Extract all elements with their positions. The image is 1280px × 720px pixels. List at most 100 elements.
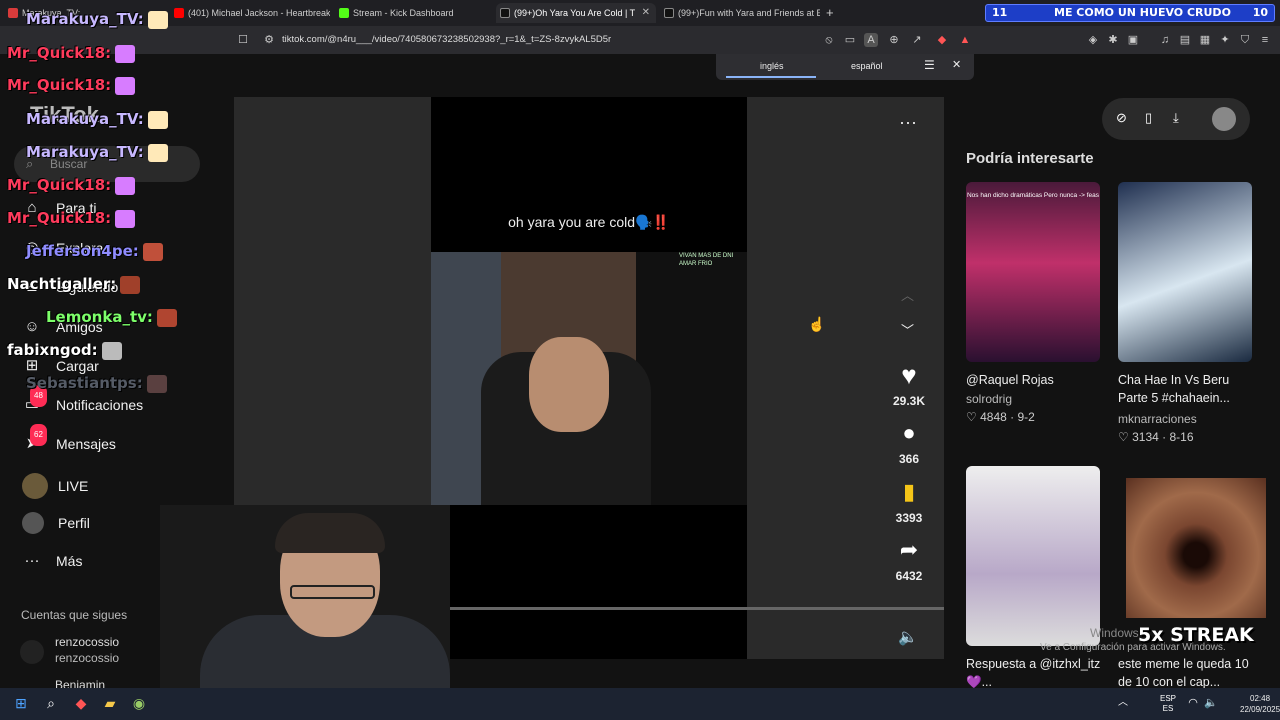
chat-message: Sebastiantps: bbox=[26, 374, 167, 393]
profile-avatar[interactable] bbox=[1212, 107, 1236, 131]
following-section-title: Cuentas que sigues bbox=[21, 608, 128, 622]
new-tab-button[interactable]: + bbox=[826, 5, 834, 20]
share-arrow-icon: ➦ bbox=[899, 537, 919, 562]
translate-menu-icon[interactable]: ☰ bbox=[924, 58, 935, 72]
chat-username: Lemonka_tv: bbox=[46, 308, 153, 326]
rec-card-title[interactable]: Respuesta a @itzhxl_itz 💜... bbox=[966, 655, 1106, 691]
wallet-icon[interactable]: ▦ bbox=[1198, 33, 1212, 47]
rec-card-author[interactable]: mknarraciones bbox=[1118, 412, 1197, 426]
close-tab-icon[interactable]: ✕ bbox=[642, 3, 650, 23]
video-caption: oh yara you are cold🗣️‼️ bbox=[508, 214, 670, 230]
rec-card-author[interactable]: solrodrig bbox=[966, 392, 1012, 406]
live-icon bbox=[22, 473, 48, 499]
download-icon[interactable]: ⤓ bbox=[1173, 110, 1179, 126]
rec-likes: 4848 bbox=[980, 410, 1007, 424]
translate-to-lang[interactable]: español bbox=[851, 61, 883, 71]
more-options-icon[interactable]: ··· bbox=[899, 112, 917, 133]
device-icon[interactable]: ▯ bbox=[1145, 110, 1152, 126]
rec-card-thumbnail[interactable] bbox=[966, 466, 1100, 646]
like-count: 29.3K bbox=[892, 394, 926, 408]
brave-taskbar-icon[interactable]: ◆ bbox=[72, 694, 90, 712]
tab-youtube[interactable]: (401) Michael Jackson - Heartbreak H bbox=[170, 3, 330, 23]
vpn-icon[interactable]: ⛉ bbox=[1238, 33, 1252, 47]
volume-icon[interactable]: 🔈 bbox=[898, 627, 918, 647]
url-input[interactable]: tiktok.com/@n4ru___/video/74058067323850… bbox=[254, 30, 824, 50]
chevron-up-icon[interactable]: ︿ bbox=[901, 285, 914, 304]
wifi-icon[interactable]: ◠ bbox=[1184, 694, 1202, 712]
tab-label: (99+)Oh Yara You Are Cold | T bbox=[514, 8, 636, 18]
stream-title-banner: 11 ME COMO UN HUEVO CRUDO 10 bbox=[985, 4, 1275, 22]
tab-tiktok-active[interactable]: (99+)Oh Yara You Are Cold | T ✕ bbox=[496, 3, 656, 23]
clip-chat-panel bbox=[636, 252, 747, 505]
leo-icon[interactable]: ✦ bbox=[1218, 33, 1232, 47]
avatar[interactable] bbox=[20, 640, 44, 664]
rec-card-thumbnail[interactable] bbox=[1118, 182, 1252, 362]
puzzle-icon[interactable]: ✱ bbox=[1106, 33, 1120, 47]
following-name[interactable]: renzocossio bbox=[55, 635, 119, 649]
banner-title: ME COMO UN HUEVO CRUDO bbox=[1054, 6, 1231, 19]
sidebar-item-mensajes[interactable]: ➤62 Mensajes bbox=[22, 424, 116, 454]
meme-overlay-image bbox=[1126, 478, 1266, 618]
save-action[interactable]: ▮ 3393 bbox=[886, 475, 932, 525]
share-icon[interactable]: ↗ bbox=[910, 33, 924, 47]
chat-emote-icon bbox=[147, 143, 168, 162]
explorer-taskbar-icon[interactable]: ▰ bbox=[101, 694, 119, 712]
translate-close-icon[interactable]: ✕ bbox=[952, 58, 961, 71]
cast-icon[interactable]: ▭ bbox=[843, 33, 857, 47]
chat-message: Mr_Quick18: bbox=[7, 44, 136, 63]
rec-card-thumbnail[interactable]: Nos han dicho dramáticas Pero nunca -> f… bbox=[966, 182, 1100, 362]
chat-message: Marakuya_TV: bbox=[26, 143, 168, 162]
menu-icon[interactable]: ≡ bbox=[1258, 33, 1272, 47]
chat-username: Mr_Quick18: bbox=[7, 176, 112, 194]
chevron-down-icon[interactable]: ﹀ bbox=[901, 320, 914, 339]
media-icon[interactable]: ♫ bbox=[1158, 33, 1172, 47]
sidebar-toggle-icon[interactable]: ▤ bbox=[1178, 33, 1192, 47]
brave-shield-icon[interactable]: ◆ bbox=[935, 33, 949, 47]
tab-kick[interactable]: Stream - Kick Dashboard bbox=[335, 3, 495, 23]
app-taskbar-icon[interactable]: ◉ bbox=[130, 694, 148, 712]
volume-tray-icon[interactable]: 🔈 bbox=[1202, 694, 1220, 712]
comment-action[interactable]: ● 366 bbox=[886, 416, 932, 466]
share-action[interactable]: ➦ 6432 bbox=[886, 533, 932, 583]
taskbar-clock[interactable]: 02:48 22/09/2025 bbox=[1240, 693, 1280, 715]
site-info-icon[interactable]: ⚙ bbox=[262, 33, 276, 47]
chat-message: Jefferson4pe: bbox=[26, 242, 163, 261]
comment-count: 366 bbox=[898, 452, 920, 466]
inbox-icon: ▭48 bbox=[22, 385, 47, 415]
sidebar-item-notificaciones[interactable]: ▭48 Notificaciones bbox=[22, 385, 143, 415]
search-taskbar-icon[interactable]: ⌕ bbox=[42, 694, 60, 712]
tray-chevron-icon[interactable]: ︿ bbox=[1114, 694, 1132, 712]
like-action[interactable]: ♥ 29.3K bbox=[886, 358, 932, 408]
chat-username: Marakuya_TV: bbox=[26, 10, 144, 28]
chat-emote-icon bbox=[147, 10, 168, 29]
clock-date: 22/09/2025 bbox=[1240, 705, 1280, 714]
translate-icon[interactable]: A bbox=[864, 33, 878, 47]
language-indicator[interactable]: ESP ES bbox=[1160, 694, 1176, 714]
heart-icon: ♥ bbox=[901, 360, 917, 390]
rec-card-title[interactable]: este meme le queda 10 de 10 con el cap..… bbox=[1118, 655, 1258, 691]
rec-card-title[interactable]: @Raquel Rojas bbox=[966, 371, 1106, 389]
screenshot-icon[interactable]: ▣ bbox=[1126, 33, 1140, 47]
chat-message: Marakuya_TV: bbox=[26, 10, 168, 29]
chat-username: Mr_Quick18: bbox=[7, 44, 112, 62]
translate-from-lang[interactable]: inglés bbox=[760, 61, 784, 71]
banner-right-number: 10 bbox=[1252, 6, 1268, 19]
lang-region: ES bbox=[1162, 704, 1174, 713]
chat-message: Nachtigaller: bbox=[7, 275, 141, 294]
sidebar-item-live[interactable]: LIVE bbox=[22, 473, 88, 499]
following-handle: renzocossio bbox=[55, 651, 120, 665]
zoom-icon[interactable]: ⊕ bbox=[887, 33, 901, 47]
avatar-icon bbox=[22, 512, 44, 534]
rewards-icon[interactable]: ▲ bbox=[958, 33, 972, 47]
extension-icon[interactable]: ◈ bbox=[1086, 33, 1100, 47]
coins-icon[interactable]: ⊘ bbox=[1116, 110, 1127, 126]
bookmark-icon[interactable]: ☐ bbox=[236, 33, 250, 47]
sidebar-item-perfil[interactable]: Perfil bbox=[22, 512, 90, 534]
chat-emote-icon bbox=[156, 308, 177, 327]
rec-likes: 3134 bbox=[1132, 430, 1159, 444]
tracking-icon[interactable]: ⦸ bbox=[822, 33, 836, 47]
windows-start-icon[interactable]: ⊞ bbox=[12, 694, 30, 712]
sidebar-item-mas[interactable]: ··· Más bbox=[22, 551, 83, 571]
tab-tiktok-2[interactable]: (99+)Fun with Yara and Friends at E bbox=[660, 3, 820, 23]
rec-card-title[interactable]: Cha Hae In Vs Beru Parte 5 #chahaein... bbox=[1118, 371, 1258, 407]
